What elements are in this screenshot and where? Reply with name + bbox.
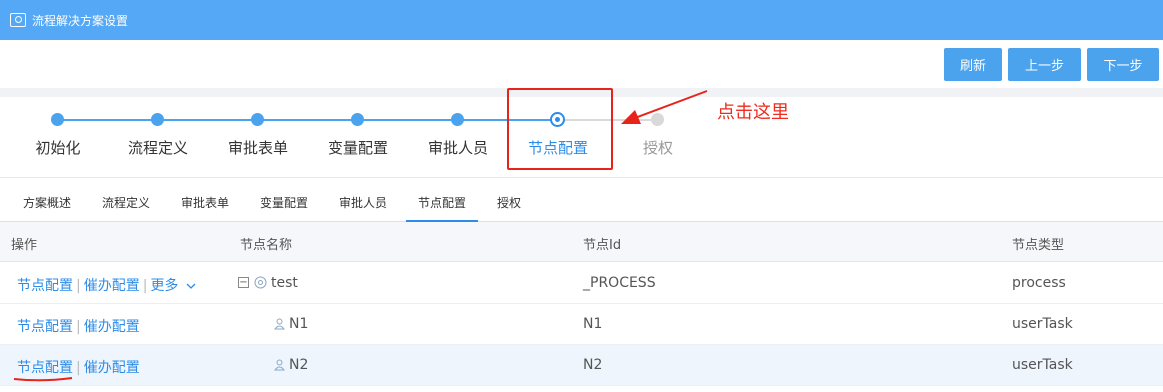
table-row: 节点配置 | 催办配置 N1 N1 userTask xyxy=(0,304,1163,345)
user-task-icon xyxy=(273,359,286,371)
row-actions: 节点配置 | 催办配置 xyxy=(17,360,140,376)
refresh-button[interactable]: 刷新 xyxy=(944,48,1002,81)
annotation-arrow-icon xyxy=(621,90,708,124)
collapse-toggle-icon[interactable]: − xyxy=(238,277,249,288)
node-type: process xyxy=(1012,275,1066,291)
reminder-config-link[interactable]: 催办配置 xyxy=(84,278,140,294)
node-id: N1 xyxy=(583,316,603,332)
node-type: userTask xyxy=(1012,357,1073,373)
tab-process-definition[interactable]: 流程定义 xyxy=(102,194,150,211)
tab-node-config[interactable]: 节点配置 xyxy=(418,194,466,211)
node-name: N2 xyxy=(289,357,309,373)
reminder-config-link[interactable]: 催办配置 xyxy=(84,319,140,335)
node-id: N2 xyxy=(583,357,603,373)
settings-window-icon xyxy=(10,13,26,27)
prev-step-button[interactable]: 上一步 xyxy=(1008,48,1081,81)
window-title: 流程解决方案设置 xyxy=(32,13,129,28)
row-actions: 节点配置 | 催办配置 xyxy=(17,319,140,335)
step-dot-process-definition xyxy=(151,113,164,126)
annotation-hint: 点击这里 xyxy=(717,102,789,123)
step-label-approval-form[interactable]: 审批表单 xyxy=(208,137,308,158)
tab-overview[interactable]: 方案概述 xyxy=(23,194,71,211)
node-name: test xyxy=(271,275,298,291)
step-dot-approvers xyxy=(451,113,464,126)
node-name: N1 xyxy=(289,316,309,332)
tab-approvers[interactable]: 审批人员 xyxy=(339,194,387,211)
toolbar: 刷新 上一步 下一步 xyxy=(0,40,1163,90)
more-link[interactable]: 更多 xyxy=(150,278,178,294)
table-header: 操作 节点名称 节点Id 节点类型 xyxy=(0,222,1163,262)
column-header-node-type: 节点类型 xyxy=(1012,238,1065,253)
annotation-highlight-box xyxy=(507,88,613,170)
step-dot-initialize xyxy=(51,113,64,126)
chevron-down-icon[interactable] xyxy=(186,282,196,290)
node-type: userTask xyxy=(1012,316,1073,332)
step-label-variable-config[interactable]: 变量配置 xyxy=(308,137,408,158)
table-row: 节点配置 | 催办配置 | 更多 − test _PROCESS process xyxy=(0,263,1163,304)
user-task-icon xyxy=(273,318,286,330)
column-header-operation: 操作 xyxy=(11,238,38,253)
column-header-node-name: 节点名称 xyxy=(240,238,293,253)
node-id: _PROCESS xyxy=(583,275,656,291)
step-label-process-definition[interactable]: 流程定义 xyxy=(108,137,208,158)
tab-approval-form[interactable]: 审批表单 xyxy=(181,194,229,211)
node-config-link[interactable]: 节点配置 xyxy=(17,278,73,294)
node-config-link[interactable]: 节点配置 xyxy=(17,319,73,335)
table-row: 节点配置 | 催办配置 N2 N2 userTask xyxy=(0,345,1163,386)
step-label-initialize[interactable]: 初始化 xyxy=(8,137,108,158)
step-label-approvers[interactable]: 审批人员 xyxy=(408,137,508,158)
step-label-authorize[interactable]: 授权 xyxy=(608,137,708,158)
window-titlebar: 流程解决方案设置 xyxy=(0,0,1163,40)
step-line-done xyxy=(57,119,557,121)
tab-authorize[interactable]: 授权 xyxy=(497,194,521,211)
node-config-link[interactable]: 节点配置 xyxy=(17,360,73,376)
step-dot-approval-form xyxy=(251,113,264,126)
process-node-icon xyxy=(254,276,267,289)
row-actions: 节点配置 | 催办配置 | 更多 xyxy=(17,275,196,295)
tab-variable-config[interactable]: 变量配置 xyxy=(260,194,308,211)
next-step-button[interactable]: 下一步 xyxy=(1087,48,1159,81)
reminder-config-link[interactable]: 催办配置 xyxy=(84,360,140,376)
tab-bar: 方案概述 流程定义 审批表单 变量配置 审批人员 节点配置 授权 xyxy=(0,177,1163,222)
annotation-underline xyxy=(13,377,73,382)
column-header-node-id: 节点Id xyxy=(583,238,622,253)
step-dot-variable-config xyxy=(351,113,364,126)
